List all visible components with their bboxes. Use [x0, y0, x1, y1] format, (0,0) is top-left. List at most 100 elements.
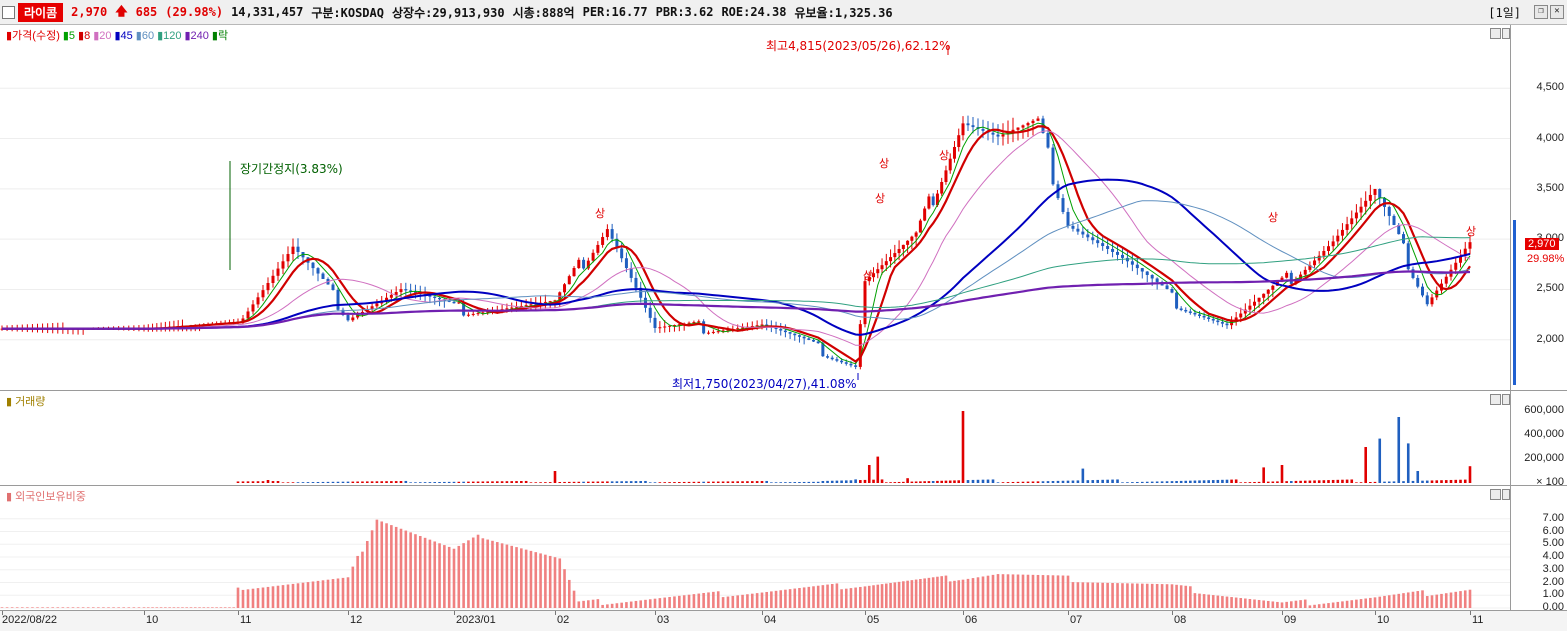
pbr-value: PBR:3.62 [655, 5, 714, 19]
candle-body [266, 282, 270, 291]
stock-name[interactable]: 라이콤 [18, 2, 64, 22]
price-tick-label: 4,000 [1536, 131, 1564, 144]
foreign-bar [1026, 574, 1030, 608]
volume-bar [567, 481, 571, 483]
candle-body [433, 296, 437, 298]
foreign-bar [966, 578, 970, 608]
date-tick-mark [1068, 611, 1069, 615]
foreign-bar [936, 576, 939, 608]
volume-bar [544, 482, 547, 483]
foreign-bar [276, 585, 280, 608]
pane-close-icon[interactable] [1502, 28, 1510, 39]
volume-bar [716, 481, 720, 483]
current-price-tag: 2,970 [1525, 238, 1559, 250]
legend-item[interactable]: ▮20 [93, 30, 111, 42]
volume-bar [1322, 480, 1326, 483]
candle-body [1135, 264, 1139, 269]
foreign-bar [648, 599, 652, 608]
candle-body [1207, 317, 1211, 319]
foreign-bar [991, 574, 995, 608]
foreign-bar [816, 585, 820, 608]
volume-bar [1444, 480, 1448, 483]
foreign-bar [1416, 591, 1420, 608]
foreign-bar [1230, 597, 1233, 608]
foreign-bar [467, 540, 470, 608]
foreign-bar [1341, 601, 1344, 608]
volume-bar [452, 481, 456, 483]
volume-bar [1355, 482, 1358, 483]
volume-bar [653, 482, 657, 483]
volume-chart-pane[interactable]: ▮ 거래량 [0, 391, 1510, 486]
volume-bar [1331, 479, 1335, 483]
foreign-bar [236, 587, 240, 608]
pane-close-icon[interactable] [1502, 489, 1510, 500]
legend-item[interactable]: ▮5 [63, 30, 75, 42]
pane-maximize-icon[interactable] [1490, 28, 1501, 39]
legend-item[interactable]: ▮240 [185, 30, 209, 42]
volume-bar [876, 456, 880, 483]
foreign-tick-label: 5.00 [1542, 537, 1564, 550]
legend-item[interactable]: ▮가격(수정) [6, 30, 60, 42]
candle-body [438, 297, 442, 300]
candle-body [629, 268, 633, 278]
volume-bar [966, 480, 970, 483]
candle-body [901, 244, 905, 249]
select-checkbox[interactable] [2, 5, 15, 19]
volume-bar [1253, 481, 1256, 483]
foreign-bar [620, 602, 623, 608]
foreign-bar [41, 607, 44, 608]
legend-item[interactable]: ▮120 [157, 30, 181, 42]
volume-bar [721, 481, 725, 483]
close-icon[interactable]: ✕ [1550, 5, 1564, 19]
volume-bar [697, 481, 701, 483]
foreign-bar [198, 607, 201, 608]
legend-item[interactable]: ▮락 [212, 30, 228, 42]
volume-legend: ▮ 거래량 [6, 393, 48, 409]
volume-bar [936, 480, 939, 483]
volume-bar [1101, 479, 1104, 483]
volume-bar [1016, 481, 1020, 483]
period-selector[interactable]: [1일] [1488, 4, 1521, 21]
pane-maximize-icon[interactable] [1490, 489, 1501, 500]
foreign-bar [981, 576, 985, 608]
pane-maximize-icon[interactable] [1490, 394, 1501, 405]
volume-bar [296, 482, 300, 483]
foreign-bar [168, 607, 171, 608]
foreign-bar [1444, 593, 1448, 608]
legend-item[interactable]: ▮45 [115, 30, 133, 42]
volume-bar [1096, 479, 1100, 483]
foreign-bar [1383, 595, 1386, 608]
foreign-bar [491, 540, 494, 608]
date-tick-label: 10 [1377, 614, 1390, 626]
foreign-bar [155, 607, 159, 608]
restore-icon[interactable]: ❐ [1534, 5, 1548, 19]
volume-bar [1421, 480, 1424, 483]
foreign-bar [112, 607, 115, 608]
foreign-bar [902, 581, 905, 608]
candle-body [1425, 295, 1429, 305]
volume-bar [251, 481, 255, 483]
volume-bar [467, 481, 470, 483]
volume-bar [331, 481, 335, 483]
legend-item[interactable]: ▮60 [136, 30, 154, 42]
limit-up-marker: 상 [1268, 211, 1279, 224]
foreign-bar [731, 595, 735, 608]
foreign-ownership-pane[interactable]: ▮ 외국인보유비중 [0, 486, 1510, 610]
volume-bar [486, 481, 489, 483]
volume-bar [539, 482, 542, 483]
candle-body [914, 232, 918, 237]
legend-item[interactable]: ▮8 [78, 30, 90, 42]
volume-bar [755, 481, 759, 483]
foreign-bar [1299, 600, 1302, 608]
volume-bar [1207, 480, 1210, 483]
pane-close-icon[interactable] [1502, 394, 1510, 405]
volume-bar [346, 481, 350, 483]
candle-body [826, 356, 830, 358]
foreign-tick-label: 7.00 [1542, 511, 1564, 524]
volume-bar [529, 482, 533, 483]
roe-value: ROE:24.38 [721, 5, 787, 19]
volume-bar [1106, 479, 1109, 483]
price-chart-pane[interactable]: ▮가격(수정) ▮5 ▮8 ▮20 ▮45 ▮60 ▮120 ▮240 ▮락 최고4,815(2… [0, 25, 1510, 391]
volume-bar [826, 480, 829, 483]
foreign-bar [774, 590, 778, 608]
